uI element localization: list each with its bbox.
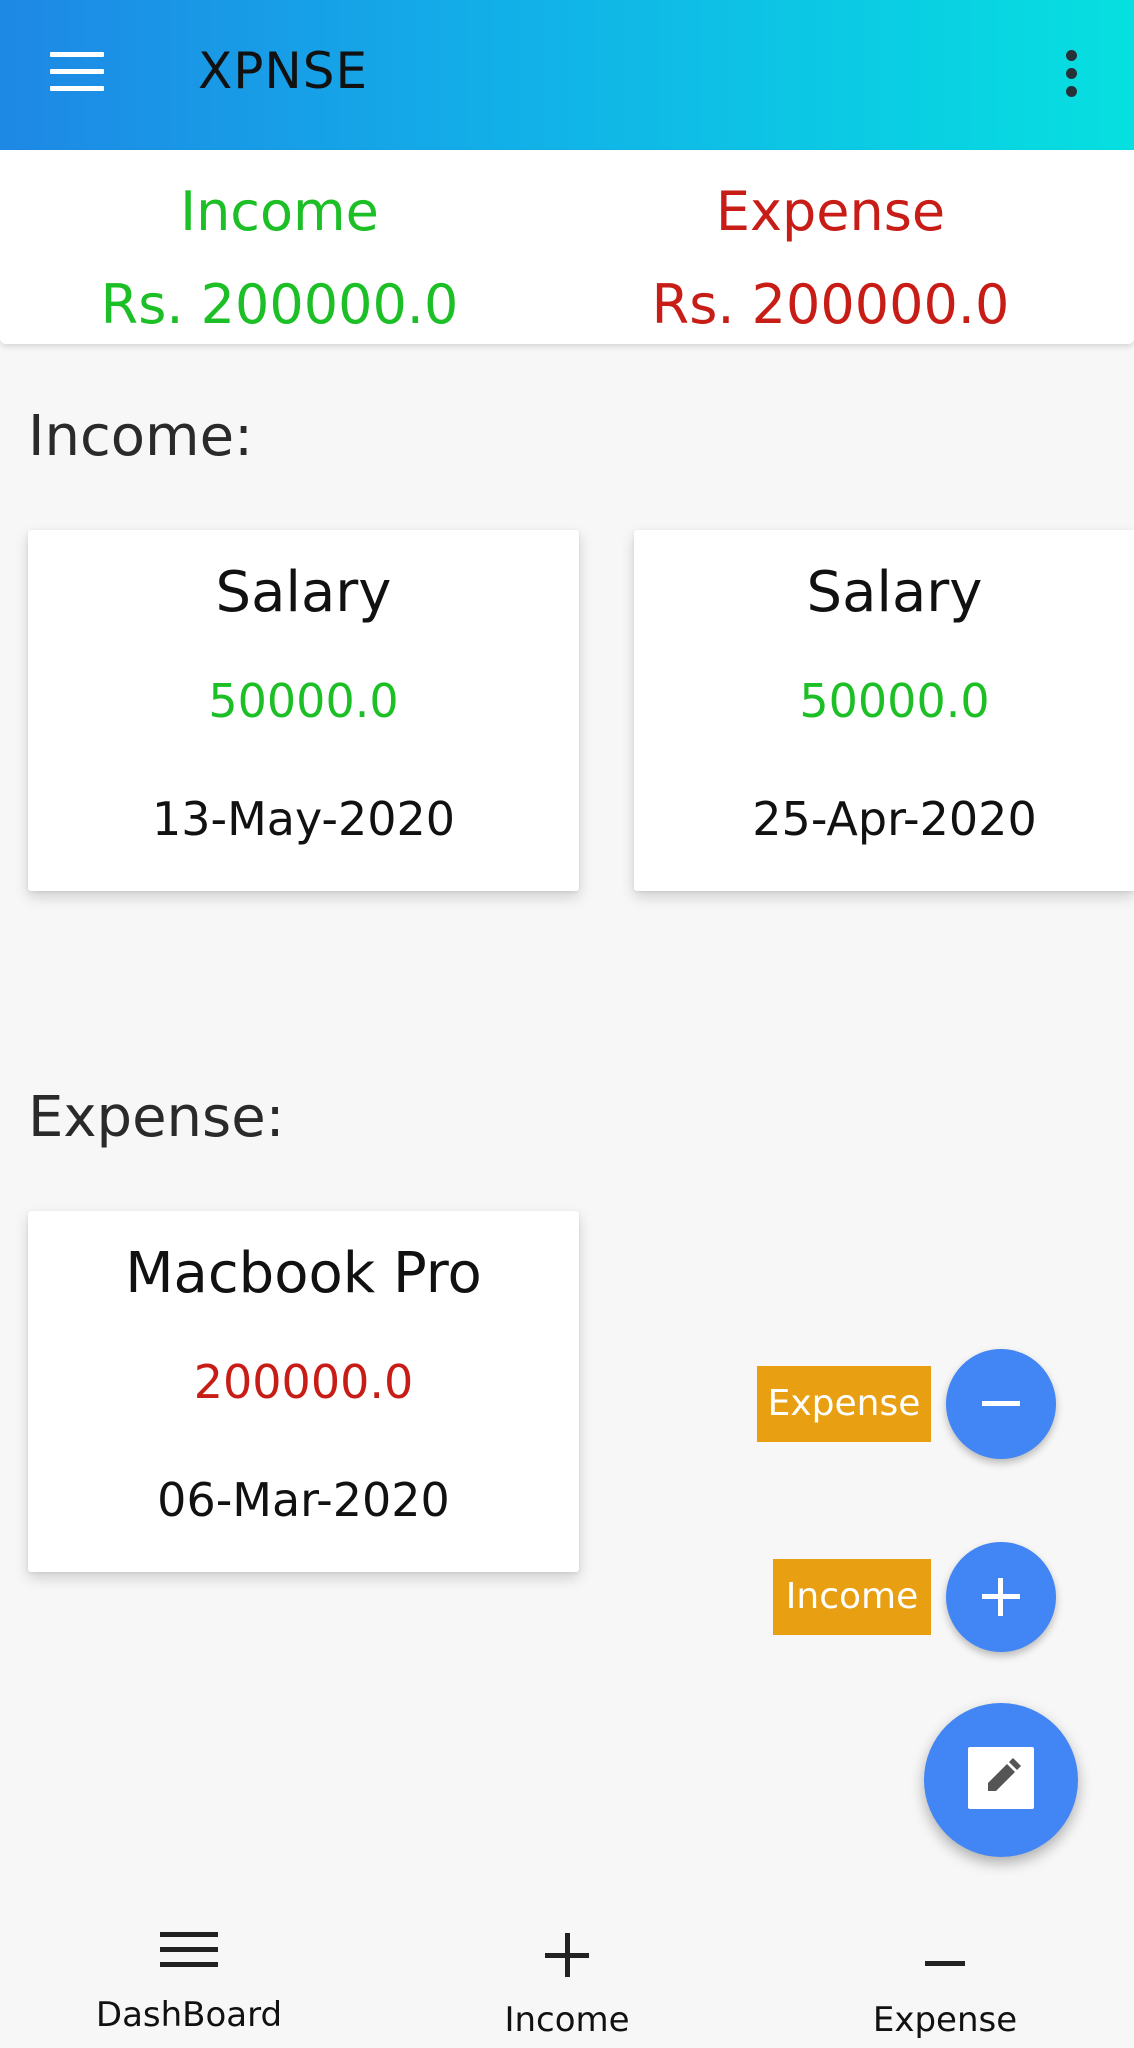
income-card[interactable]: Salary 50000.0 13-May-2020 <box>28 530 579 891</box>
income-card-date: 25-Apr-2020 <box>752 792 1037 846</box>
income-section-title: Income: <box>28 404 253 469</box>
nav-expense[interactable]: Expense <box>756 1900 1134 2048</box>
expense-summary: Expense Rs. 200000.0 <box>567 150 1134 344</box>
income-card-amount: 50000.0 <box>799 674 990 728</box>
nav-expense-label: Expense <box>872 2000 1018 2040</box>
income-summary-value: Rs. 200000.0 <box>100 273 459 336</box>
add-expense-button[interactable] <box>946 1349 1056 1459</box>
income-summary-label: Income <box>180 180 379 243</box>
menu-icon <box>160 1930 218 1974</box>
expense-section-title: Expense: <box>28 1085 285 1150</box>
expense-card-amount: 200000.0 <box>193 1355 414 1409</box>
nav-income-label: Income <box>504 2000 630 2040</box>
expense-summary-value: Rs. 200000.0 <box>651 273 1010 336</box>
bottom-navigation: DashBoard Income Expense <box>0 1900 1134 2048</box>
income-card[interactable]: Salary 50000.0 25-Apr-2020 <box>634 530 1134 891</box>
app-screen: XPNSE Income Rs. 200000.0 Expense Rs. 20… <box>0 0 1134 2048</box>
edit-icon <box>968 1747 1034 1809</box>
expense-card[interactable]: Macbook Pro 200000.0 06-Mar-2020 <box>28 1211 579 1572</box>
nav-dashboard-label: DashBoard <box>95 1995 283 2035</box>
expense-card-date: 06-Mar-2020 <box>157 1473 450 1527</box>
add-income-button[interactable] <box>946 1542 1056 1652</box>
more-vert-icon[interactable] <box>1060 48 1084 98</box>
add-expense-label[interactable]: Expense <box>757 1366 931 1442</box>
income-summary: Income Rs. 200000.0 <box>0 150 567 344</box>
menu-icon[interactable] <box>50 52 104 92</box>
edit-fab-button[interactable] <box>924 1703 1078 1857</box>
nav-income[interactable]: Income <box>378 1900 756 2048</box>
app-bar: XPNSE <box>0 0 1134 150</box>
minus-icon <box>982 1401 1020 1406</box>
income-card-date: 13-May-2020 <box>151 792 456 846</box>
income-card-amount: 50000.0 <box>208 674 399 728</box>
nav-dashboard[interactable]: DashBoard <box>0 1900 378 2048</box>
expense-card-title: Macbook Pro <box>125 1241 482 1306</box>
expense-summary-label: Expense <box>715 180 946 243</box>
plus-icon <box>545 1933 589 1981</box>
summary-card: Income Rs. 200000.0 Expense Rs. 200000.0 <box>0 150 1134 344</box>
income-card-title: Salary <box>215 560 392 625</box>
add-income-label[interactable]: Income <box>773 1559 931 1635</box>
app-title: XPNSE <box>198 42 369 100</box>
minus-icon <box>925 1952 965 1971</box>
income-card-title: Salary <box>806 560 983 625</box>
